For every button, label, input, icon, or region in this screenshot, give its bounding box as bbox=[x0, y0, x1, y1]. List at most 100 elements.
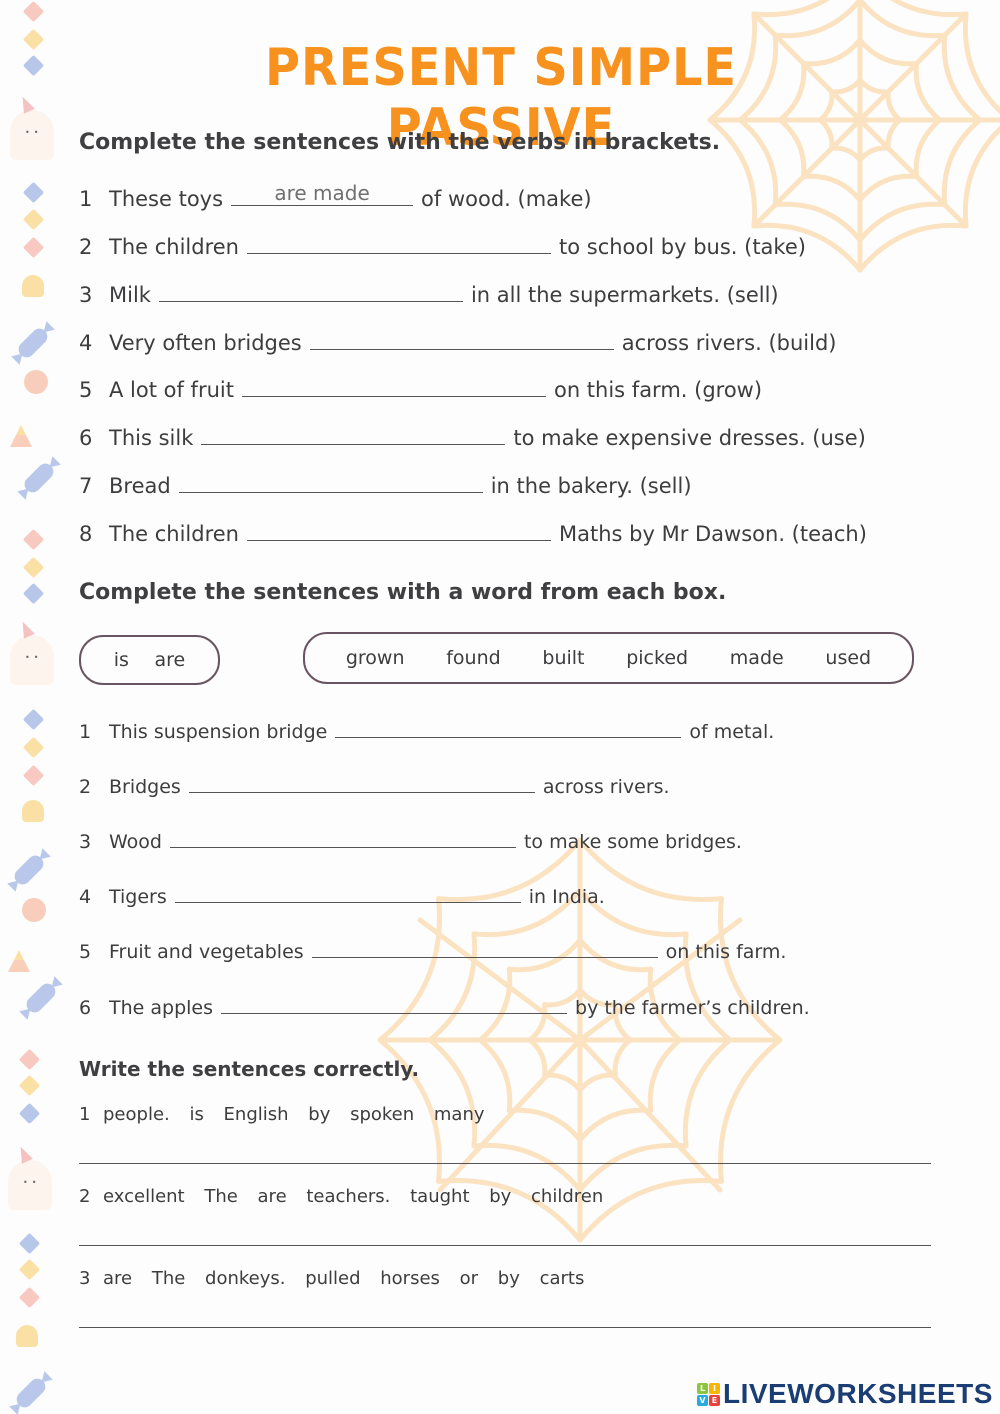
answer-blank[interactable] bbox=[221, 994, 568, 1014]
exercise2-item: 1 This suspension bridge of metal. bbox=[79, 718, 774, 743]
word-box-participles: grown found built picked made used bbox=[303, 632, 914, 684]
web-strand bbox=[913, 117, 943, 180]
web-strand bbox=[527, 1037, 548, 1078]
answer-blank[interactable] bbox=[247, 234, 551, 254]
exercise1-item: 7 Bread in the bakery. (sell) bbox=[79, 473, 692, 498]
answer-blank[interactable] bbox=[335, 718, 682, 738]
item-text-before: Wood bbox=[109, 831, 162, 853]
item-text-after: of metal. bbox=[689, 721, 775, 743]
logo-text: LIVEWORKSHEETS bbox=[723, 1378, 993, 1409]
diamond-icon bbox=[22, 181, 45, 204]
word-option: is bbox=[113, 649, 129, 671]
item-number: 3 bbox=[79, 1268, 91, 1289]
diamond-icon bbox=[18, 1048, 41, 1071]
item-text-after: of wood. (make) bbox=[421, 187, 592, 211]
item-text-before: Very often bridges bbox=[109, 331, 302, 355]
logo-squares-icon: L I V E bbox=[697, 1382, 720, 1406]
diamond-icon bbox=[22, 556, 45, 579]
section3-heading: Write the sentences correctly. bbox=[79, 1057, 420, 1081]
web-strand bbox=[647, 1037, 683, 1114]
item-text-before: This suspension bridge bbox=[109, 721, 328, 743]
exercise1-item: 8 The children Maths by Mr Dawson. (teac… bbox=[79, 521, 867, 546]
item-text-after: to school by bus. (take) bbox=[559, 235, 806, 259]
web-strand bbox=[612, 1037, 633, 1078]
answer-line[interactable] bbox=[79, 1163, 931, 1164]
ghost-icon: •• bbox=[10, 619, 54, 685]
item-text-after: across rivers. bbox=[542, 776, 670, 798]
web-strand bbox=[857, 37, 920, 67]
web-strand bbox=[800, 173, 863, 203]
word-option: found bbox=[446, 647, 501, 669]
logo-square: L bbox=[697, 1382, 708, 1394]
item-text-before: The children bbox=[109, 235, 239, 259]
exercise2-item: 2 Bridges across rivers. bbox=[79, 773, 670, 798]
item-number: 5 bbox=[79, 941, 92, 963]
web-strand bbox=[751, 0, 831, 18]
candy-icon bbox=[21, 460, 57, 496]
item-number: 7 bbox=[79, 474, 93, 498]
answer-blank[interactable] bbox=[311, 938, 658, 958]
answer-blank[interactable] bbox=[241, 377, 546, 397]
answer-line[interactable] bbox=[79, 1327, 931, 1328]
scrambled-words: excellent The are teachers. taught by ch… bbox=[103, 1186, 604, 1207]
answer-blank[interactable] bbox=[158, 282, 463, 302]
web-strand bbox=[777, 117, 807, 180]
cupcake-icon bbox=[22, 275, 44, 297]
web-strand bbox=[477, 1037, 513, 1114]
web-strand bbox=[817, 89, 835, 123]
liveworksheets-logo: L I V E LIVEWORKSHEETS bbox=[697, 1378, 993, 1410]
item-text-after: to make some bridges. bbox=[523, 831, 742, 853]
scrambled-words: are The donkeys. pulled horses or by car… bbox=[103, 1268, 585, 1289]
answer-blank[interactable] bbox=[169, 828, 516, 848]
item-number: 4 bbox=[79, 331, 93, 355]
diamond-icon bbox=[18, 1286, 41, 1309]
diamond-icon bbox=[18, 1232, 41, 1255]
diamond-icon bbox=[18, 1258, 41, 1281]
web-strand bbox=[772, 0, 863, 39]
ghost-icon: •• bbox=[10, 94, 54, 160]
web-strand bbox=[427, 1037, 478, 1149]
scrambled-words: people. is English by spoken many bbox=[103, 1104, 485, 1125]
answer-line[interactable] bbox=[79, 1245, 931, 1246]
exercise2-item: 5 Fruit and vegetables on this farm. bbox=[79, 938, 786, 963]
answer-blank[interactable] bbox=[174, 883, 521, 903]
answer-blank[interactable] bbox=[247, 521, 551, 541]
pumpkin-icon bbox=[22, 898, 46, 922]
item-number: 2 bbox=[79, 1186, 91, 1207]
logo-square: I bbox=[709, 1382, 720, 1394]
exercise2-item: 3 Wood to make some bridges. bbox=[79, 828, 742, 853]
answer-blank[interactable] bbox=[309, 330, 614, 350]
web-strand bbox=[577, 1142, 689, 1193]
web-strand bbox=[506, 1107, 583, 1143]
item-number: 2 bbox=[79, 235, 93, 259]
web-strand bbox=[941, 32, 983, 123]
diamond-icon bbox=[22, 764, 45, 787]
answer-blank[interactable] bbox=[201, 425, 506, 445]
item-number: 3 bbox=[79, 283, 93, 307]
exercise1-item: 3 Milk in all the supermarkets. (sell) bbox=[79, 282, 779, 307]
web-strand bbox=[962, 11, 1000, 115]
answer-blank[interactable] bbox=[178, 473, 483, 493]
item-text-before: The children bbox=[109, 522, 239, 546]
diamond-icon bbox=[22, 736, 45, 759]
item-text-before: These toys bbox=[109, 187, 224, 211]
web-strand bbox=[471, 1142, 583, 1193]
item-number: 1 bbox=[79, 1104, 91, 1125]
item-number: 5 bbox=[79, 378, 93, 402]
web-strand bbox=[542, 1072, 583, 1093]
web-strand bbox=[913, 60, 943, 123]
item-number: 1 bbox=[79, 721, 92, 743]
item-text-before: This silk bbox=[109, 426, 194, 450]
answer-blank[interactable]: are made bbox=[231, 181, 414, 206]
section2-heading: Complete the sentences with a word from … bbox=[79, 580, 727, 605]
ghost-icon: •• bbox=[8, 1144, 52, 1210]
item-text-after: by the farmer’s children. bbox=[575, 997, 810, 1019]
diamond-icon bbox=[18, 1102, 41, 1125]
answer-blank[interactable] bbox=[188, 773, 535, 793]
web-strand bbox=[829, 145, 863, 163]
item-number: 4 bbox=[79, 886, 92, 908]
item-number: 3 bbox=[79, 831, 92, 853]
pumpkin-icon bbox=[24, 370, 48, 394]
web-strand bbox=[718, 1037, 783, 1184]
logo-square: V bbox=[697, 1394, 708, 1406]
